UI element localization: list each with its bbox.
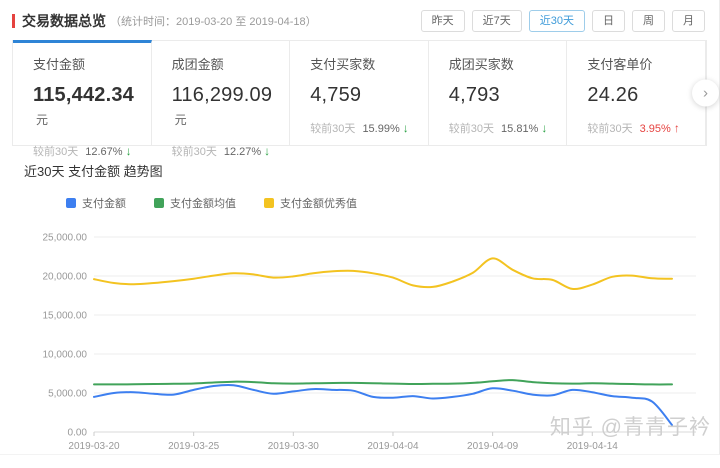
x-axis-tick-label: 2019-03-20 [68,441,120,452]
legend-label: 支付金额 [82,195,126,211]
metric-unit: 元 [175,113,187,127]
date-range-subtitle: （统计时间：2019-03-20 至 2019-04-18） [110,13,317,29]
metric-tab-group-amount[interactable]: 成团金额 116,299.09元 较前30天12.27%↓ [152,40,291,145]
x-axis-tick-label: 2019-04-09 [467,441,519,452]
trend-chart-svg: 0.00 5,000.00 10,000.00 15,000.00 20,000.00 2… [6,215,716,463]
metric-compare-row: 较前30天15.81%↓ [449,120,561,136]
header: 交易数据总览 （统计时间：2019-03-20 至 2019-04-18） 昨天… [0,0,719,32]
y-axis-tick-label: 0.00 [68,428,88,439]
metric-compare-row: 较前30天15.99%↓ [310,120,422,136]
legend-swatch-yellow [264,198,274,208]
metric-label: 支付金额 [33,54,145,73]
metric-value: 24.26 [587,84,699,107]
trend-down-arrow-icon: ↓ [264,144,270,158]
x-axis-tick-label: 2019-04-04 [367,441,419,452]
range-button-week[interactable]: 周 [632,10,665,32]
metric-value: 115,442.34元 [33,84,145,130]
legend-item-payment-average[interactable]: 支付金额均值 [154,195,236,211]
metric-tab-avg-order-value[interactable]: 支付客单价 24.26 较前30天3.95%↑ [567,40,706,145]
legend-label: 支付金额均值 [170,195,236,211]
series-line-1 [94,380,672,384]
change-percent: 15.81% [501,123,538,135]
chart-title: 近30天 支付金额 趋势图 [24,161,719,180]
metric-value: 116,299.09元 [172,84,284,130]
metric-compare-row: 较前30天3.95%↑ [587,120,699,136]
change-percent: 15.99% [362,123,399,135]
trend-chart[interactable]: 0.00 5,000.00 10,000.00 15,000.00 20,000.00 2… [6,215,719,468]
legend-swatch-blue [66,198,76,208]
y-axis-tick-label: 10,000.00 [43,350,88,361]
legend-swatch-green [154,198,164,208]
metric-unit: 元 [36,113,48,127]
metric-label: 支付客单价 [587,54,699,73]
metric-tab-payment-amount[interactable]: 支付金额 115,442.34元 较前30天12.67%↓ [13,40,152,145]
metric-tab-strip: 支付金额 115,442.34元 较前30天12.67%↓ 成团金额 116,2… [12,40,707,146]
range-button-month[interactable]: 月 [672,10,705,32]
metric-label: 成团买家数 [449,54,561,73]
range-button-last7days[interactable]: 近7天 [472,10,522,32]
title-accent-bar [12,14,15,28]
change-percent: 12.27% [224,146,261,158]
metric-tab-group-buyers[interactable]: 成团买家数 4,793 较前30天15.81%↓ [429,40,568,145]
change-percent: 12.67% [85,146,122,158]
metric-label: 支付买家数 [310,54,422,73]
metric-tab-paying-buyers[interactable]: 支付买家数 4,759 较前30天15.99%↓ [290,40,429,145]
trend-down-arrow-icon: ↓ [541,121,547,135]
series-line-2 [94,258,672,289]
range-button-last30days[interactable]: 近30天 [529,10,585,32]
y-axis-tick-label: 15,000.00 [43,311,88,322]
chart-legend: 支付金额 支付金额均值 支付金额优秀值 [66,195,719,211]
time-range-button-group: 昨天 近7天 近30天 日 周 月 [421,10,705,32]
metric-compare-row: 较前30天12.27%↓ [172,143,284,159]
x-axis-tick-label: 2019-04-14 [567,441,619,452]
trend-down-arrow-icon: ↓ [403,121,409,135]
y-axis-tick-label: 20,000.00 [43,272,88,283]
x-axis-tick-label: 2019-03-25 [168,441,220,452]
legend-item-payment-excellent[interactable]: 支付金额优秀值 [264,195,357,211]
change-percent: 3.95% [640,123,671,135]
trend-up-arrow-icon: ↑ [674,121,680,135]
chevron-right-icon: › [703,84,708,101]
dashboard-page: 交易数据总览 （统计时间：2019-03-20 至 2019-04-18） 昨天… [0,0,720,455]
metric-label: 成团金额 [172,54,284,73]
legend-label: 支付金额优秀值 [280,195,357,211]
y-axis-tick-label: 25,000.00 [43,233,88,244]
y-axis-tick-label: 5,000.00 [48,389,87,400]
trend-down-arrow-icon: ↓ [126,144,132,158]
metric-compare-row: 较前30天12.67%↓ [33,143,145,159]
page-title: 交易数据总览 [22,11,106,31]
series-line-0 [94,385,672,425]
range-button-yesterday[interactable]: 昨天 [421,10,465,32]
trend-chart-section: 近30天 支付金额 趋势图 支付金额 支付金额均值 支付金额优秀值 0.00 5,… [0,161,719,468]
range-button-day[interactable]: 日 [592,10,625,32]
metric-value: 4,793 [449,84,561,107]
carousel-next-button[interactable]: › [692,79,719,106]
metric-value: 4,759 [310,84,422,107]
legend-item-payment-amount[interactable]: 支付金额 [66,195,126,211]
x-axis-tick-label: 2019-03-30 [268,441,320,452]
